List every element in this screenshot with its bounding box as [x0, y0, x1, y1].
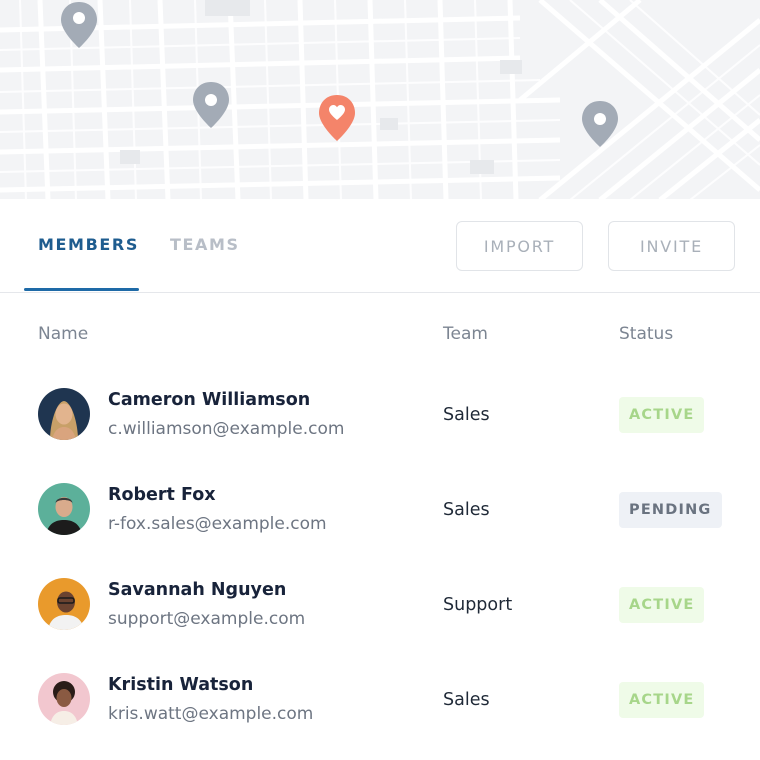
- table-row[interactable]: Savannah Nguyen support@example.com Supp…: [0, 563, 760, 658]
- table-row[interactable]: Cameron Williamson c.williamson@example.…: [0, 373, 760, 468]
- tab-members[interactable]: MEMBERS: [38, 235, 139, 254]
- active-tab-indicator: [24, 288, 139, 291]
- user-email: support@example.com: [108, 609, 306, 629]
- user-email: r-fox.sales@example.com: [108, 514, 327, 534]
- team-cell: Support: [443, 595, 513, 615]
- map-pin-3[interactable]: [580, 99, 620, 151]
- map[interactable]: [0, 0, 760, 200]
- team-cell: Sales: [443, 690, 490, 710]
- map-pin-1[interactable]: [59, 0, 99, 52]
- user-email: c.williamson@example.com: [108, 419, 345, 439]
- location-pin-icon: [582, 101, 618, 147]
- user-name[interactable]: Kristin Watson: [108, 675, 253, 695]
- map-pin-favorite[interactable]: [317, 93, 357, 145]
- avatar: [38, 483, 90, 535]
- status-badge: ACTIVE: [619, 682, 705, 718]
- heart-pin-icon: [319, 95, 355, 141]
- user-name[interactable]: Cameron Williamson: [108, 390, 310, 410]
- avatar: [38, 673, 90, 725]
- team-cell: Sales: [443, 500, 490, 520]
- map-streets: [0, 0, 760, 200]
- members-panel: MEMBERS TEAMS IMPORT INVITE Name Team St…: [0, 199, 760, 760]
- tab-teams[interactable]: TEAMS: [170, 235, 240, 254]
- status-badge: ACTIVE: [619, 587, 705, 623]
- invite-button[interactable]: INVITE: [608, 221, 735, 271]
- import-button[interactable]: IMPORT: [456, 221, 583, 271]
- team-cell: Sales: [443, 405, 490, 425]
- avatar: [38, 388, 90, 440]
- column-header-name[interactable]: Name: [38, 324, 88, 344]
- column-header-team[interactable]: Team: [443, 324, 488, 344]
- table-row[interactable]: Robert Fox r-fox.sales@example.com Sales…: [0, 468, 760, 563]
- column-header-status[interactable]: Status: [619, 324, 673, 344]
- avatar: [38, 578, 90, 630]
- status-badge: ACTIVE: [619, 397, 705, 433]
- user-email: kris.watt@example.com: [108, 704, 314, 724]
- tab-bar: MEMBERS TEAMS IMPORT INVITE: [0, 199, 760, 293]
- map-pin-2[interactable]: [191, 80, 231, 132]
- user-name[interactable]: Savannah Nguyen: [108, 580, 286, 600]
- table-row[interactable]: Kristin Watson kris.watt@example.com Sal…: [0, 658, 760, 753]
- status-badge: PENDING: [619, 492, 722, 528]
- location-pin-icon: [193, 82, 229, 128]
- location-pin-icon: [61, 2, 97, 48]
- user-name[interactable]: Robert Fox: [108, 485, 216, 505]
